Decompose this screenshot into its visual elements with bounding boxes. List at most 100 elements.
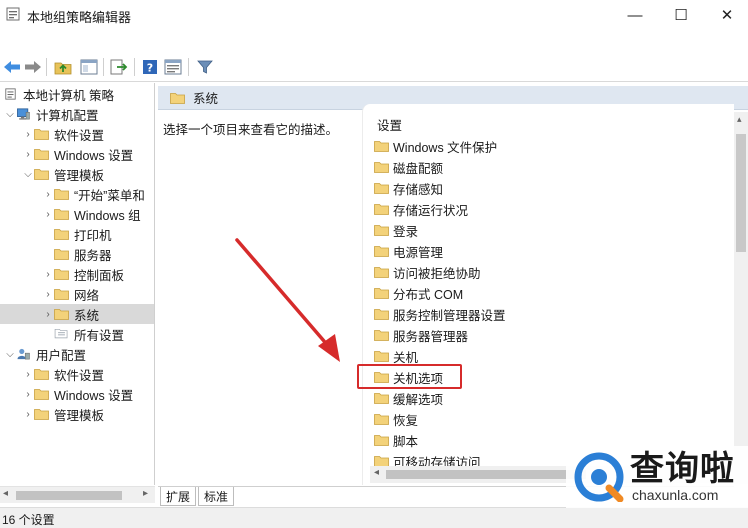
tree-item-windows-components[interactable]: › Windows 组: [0, 204, 154, 224]
forward-icon[interactable]: [24, 58, 42, 76]
tree-item-server[interactable]: 服务器: [0, 244, 154, 264]
tree-item-user-admin-templates[interactable]: › 管理模板: [0, 404, 154, 424]
folder-icon: [374, 161, 389, 173]
folder-icon: [34, 389, 49, 400]
show-hide-tree-icon[interactable]: [80, 58, 98, 76]
scroll-up-icon[interactable]: ▴: [737, 114, 742, 125]
folder-icon: [54, 309, 69, 320]
list-vscroll-thumb[interactable]: [736, 134, 746, 252]
back-icon[interactable]: [3, 58, 21, 76]
list-item[interactable]: 缓解选项: [374, 388, 443, 408]
description-text: 选择一个项目来查看它的描述。: [163, 123, 339, 137]
tree-item-user-config[interactable]: ⌵ 用户配置: [0, 344, 154, 364]
expand-chevron-icon[interactable]: ›: [42, 204, 54, 224]
tree-item-admin-templates[interactable]: ⌵ 管理模板: [0, 164, 154, 184]
folder-icon: [54, 269, 69, 280]
folder-icon: [170, 92, 185, 104]
expand-chevron-icon[interactable]: ›: [42, 284, 54, 304]
list-item[interactable]: 关机: [374, 346, 418, 366]
list-item[interactable]: 分布式 COM: [374, 283, 463, 303]
folder-icon: [54, 189, 69, 200]
list-item-label: 服务器管理器: [393, 329, 469, 344]
tree-item-start-menu[interactable]: › “开始”菜单和: [0, 184, 154, 204]
folder-icon: [54, 249, 69, 260]
watermark-title: 查询啦: [630, 449, 735, 489]
tree-item-system[interactable]: › 系统: [0, 304, 154, 324]
folder-icon: [374, 413, 389, 425]
folder-icon: [374, 434, 389, 446]
list-item[interactable]: 登录: [374, 220, 418, 240]
app-icon: [6, 7, 20, 21]
list-item-label: 访问被拒绝协助: [393, 266, 481, 281]
filter-icon[interactable]: [196, 58, 214, 76]
help-icon[interactable]: ?: [141, 58, 159, 76]
folder-icon: [374, 392, 389, 404]
tree-item-computer-config[interactable]: ⌵ 计算机配置: [0, 104, 154, 124]
scroll-right-icon[interactable]: ▸: [143, 488, 148, 499]
folder-icon: [374, 182, 389, 194]
export-list-icon[interactable]: [110, 58, 128, 76]
list-item[interactable]: 存储运行状况: [374, 199, 468, 219]
list-item[interactable]: 存储感知: [374, 178, 443, 198]
expand-chevron-icon[interactable]: ›: [22, 124, 34, 144]
tree-item-network[interactable]: › 网络: [0, 284, 154, 304]
watermark-logo-icon: [574, 452, 624, 502]
tree-item-user-windows-settings[interactable]: › Windows 设置: [0, 384, 154, 404]
column-header-setting[interactable]: 设置: [377, 115, 402, 134]
tree-item-all-settings[interactable]: 所有设置: [0, 324, 154, 344]
navigation-tree: 本地计算机 策略 ⌵ 计算机配置 › 软件设置 › Windows 设置 ⌵ 管…: [0, 83, 155, 485]
up-folder-icon[interactable]: [54, 58, 72, 76]
expand-chevron-icon[interactable]: ›: [42, 304, 54, 324]
scroll-left-icon[interactable]: ◂: [3, 488, 8, 499]
expand-chevron-icon[interactable]: ›: [22, 144, 34, 164]
minimize-button[interactable]: —: [612, 0, 658, 30]
list-hscroll-thumb[interactable]: [386, 470, 586, 479]
folder-icon: [374, 266, 389, 278]
collapse-chevron-icon[interactable]: ⌵: [4, 344, 16, 364]
list-item[interactable]: 访问被拒绝协助: [374, 262, 481, 282]
folder-icon: [374, 203, 389, 215]
watermark-url: chaxunla.com: [632, 487, 719, 503]
expand-chevron-icon[interactable]: ›: [42, 184, 54, 204]
maximize-button[interactable]: ☐: [658, 0, 704, 30]
list-vertical-scrollbar[interactable]: ▴: [734, 112, 748, 484]
tree-item-local-policy[interactable]: 本地计算机 策略: [0, 84, 154, 104]
scroll-left-icon[interactable]: ◂: [374, 467, 379, 478]
list-item[interactable]: 服务器管理器: [374, 325, 468, 345]
policy-document-icon: [5, 88, 16, 100]
list-item-label: 登录: [393, 224, 419, 239]
tab-standard[interactable]: 标准: [198, 487, 235, 506]
expand-chevron-icon[interactable]: ›: [42, 264, 54, 284]
close-button[interactable]: ✕: [704, 0, 748, 30]
tab-extended[interactable]: 扩展: [160, 487, 197, 506]
tree-item-printers[interactable]: 打印机: [0, 224, 154, 244]
expand-chevron-icon[interactable]: ›: [22, 404, 34, 424]
menu-bar: [0, 30, 748, 52]
list-item-label: 存储运行状况: [393, 203, 469, 218]
expand-chevron-icon[interactable]: ›: [22, 364, 34, 384]
list-item-label: Windows 文件保护: [393, 140, 498, 155]
list-item[interactable]: 磁盘配额: [374, 157, 443, 177]
list-item-label: 关机: [393, 350, 419, 365]
window-title: 本地组策略编辑器: [27, 10, 132, 25]
collapse-chevron-icon[interactable]: ⌵: [22, 164, 34, 184]
list-item[interactable]: 脚本: [374, 430, 418, 450]
list-item[interactable]: 恢复: [374, 409, 418, 429]
list-item[interactable]: Windows 文件保护: [374, 136, 497, 156]
tree-scroll-thumb[interactable]: [16, 491, 122, 500]
properties-view-icon[interactable]: [164, 58, 182, 76]
tree-horizontal-scrollbar[interactable]: ◂ ▸: [0, 486, 155, 503]
collapse-chevron-icon[interactable]: ⌵: [4, 104, 16, 124]
tree-item-user-software-settings[interactable]: › 软件设置: [0, 364, 154, 384]
list-item[interactable]: 服务控制管理器设置: [374, 304, 506, 324]
folder-icon: [34, 369, 49, 380]
tree-item-control-panel[interactable]: › 控制面板: [0, 264, 154, 284]
list-item[interactable]: 电源管理: [374, 241, 443, 261]
folder-icon: [54, 289, 69, 300]
tree-item-software-settings[interactable]: › 软件设置: [0, 124, 154, 144]
tree-item-windows-settings[interactable]: › Windows 设置: [0, 144, 154, 164]
expand-chevron-icon[interactable]: ›: [22, 384, 34, 404]
list-item-label: 分布式 COM: [393, 287, 464, 302]
watermark: 查询啦 chaxunla.com: [566, 446, 748, 508]
list-item-label: 磁盘配额: [393, 161, 444, 176]
